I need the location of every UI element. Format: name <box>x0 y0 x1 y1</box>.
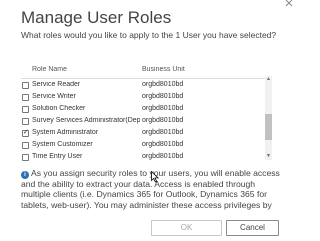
business-unit: orgbd8010bd <box>142 153 184 160</box>
table-row[interactable]: System Administrator orgbd8010bd <box>21 128 265 140</box>
info-icon: i <box>21 171 29 179</box>
dialog-footer: OK Cancel <box>0 213 300 241</box>
scroll-up-arrow-icon[interactable]: ▲ <box>265 76 272 83</box>
role-checkbox[interactable] <box>22 128 29 137</box>
table-row[interactable]: System Customizer orgbd8010bd <box>21 140 265 152</box>
table-row[interactable]: Survey Services Administrator(Depr... org… <box>21 116 265 128</box>
role-checkbox[interactable] <box>22 154 29 161</box>
role-name: Solution Checker <box>32 105 86 112</box>
business-unit: orgbd8010bd <box>142 129 184 136</box>
role-name: Survey Services Administrator(Depr... <box>32 117 140 124</box>
table-row[interactable]: Solution Checker orgbd8010bd <box>21 104 265 116</box>
role-name: Time Entry User <box>32 153 83 160</box>
role-checkbox[interactable] <box>22 118 29 125</box>
roles-table: Role Name Business Unit Service Reader or… <box>21 66 276 162</box>
column-header-business-unit[interactable]: Business Unit <box>142 66 185 78</box>
close-icon[interactable] <box>284 0 294 8</box>
business-unit: orgbd8010bd <box>142 117 184 124</box>
business-unit: orgbd8010bd <box>142 141 184 148</box>
role-name: Service Writer <box>32 93 76 100</box>
table-row[interactable]: Service Writer orgbd8010bd <box>21 92 265 104</box>
table-row[interactable]: Service Reader orgbd8010bd <box>21 80 265 92</box>
column-header-role-name[interactable]: Role Name <box>32 66 67 78</box>
info-section: As you assign security roles to your use… <box>0 166 300 213</box>
role-checkbox[interactable] <box>22 142 29 149</box>
mouse-cursor-icon <box>151 171 159 183</box>
dialog-subtitle: What roles would you like to apply to th… <box>21 30 277 40</box>
ok-button[interactable]: OK <box>151 220 222 236</box>
dialog-title: Manage User Roles <box>21 8 172 27</box>
scroll-down-arrow-icon[interactable]: ▼ <box>265 153 272 160</box>
table-row[interactable]: Time Entry User orgbd8010bd <box>21 152 265 162</box>
business-unit: orgbd8010bd <box>142 105 184 112</box>
cancel-button[interactable]: Cancel <box>226 220 279 236</box>
business-unit: orgbd8010bd <box>142 81 184 88</box>
role-checkbox[interactable] <box>22 94 29 101</box>
role-name: System Customizer <box>32 141 93 148</box>
scrollbar-thumb[interactable] <box>265 114 272 140</box>
business-unit: orgbd8010bd <box>142 93 184 100</box>
role-checkbox[interactable] <box>22 82 29 89</box>
role-checkbox[interactable] <box>22 106 29 113</box>
header-divider <box>21 78 265 79</box>
role-name: System Administrator <box>32 129 99 136</box>
role-name: Service Reader <box>32 81 81 88</box>
